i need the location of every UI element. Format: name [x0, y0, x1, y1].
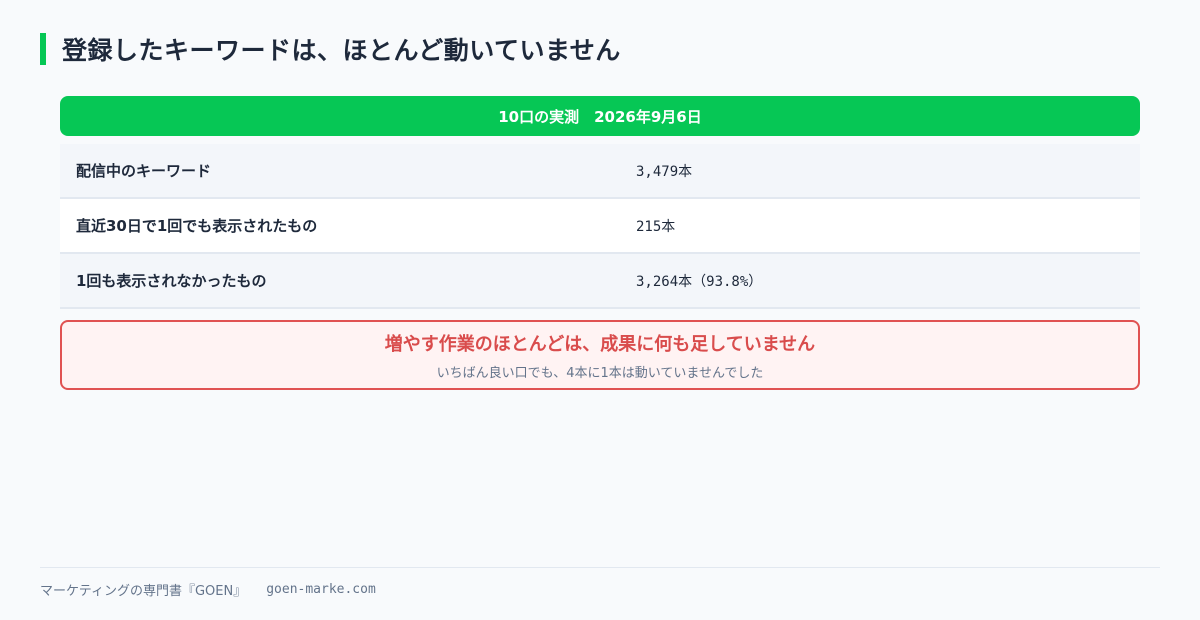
row-label: 配信中のキーワード — [76, 162, 212, 180]
alert-title: 増やす作業のほとんどは、成果に何も足していません — [384, 333, 816, 355]
alert-subtitle: いちばん良い口でも、4本に1本は動いていませんでした — [436, 365, 764, 381]
table-row: 直近30日で1回でも表示されたもの 215本 — [60, 199, 1140, 254]
alert-box: 増やす作業のほとんどは、成果に何も足していません いちばん良い口でも、4本に1本… — [60, 320, 1140, 390]
stats-table: 10口の実測 2026年9月6日 配信中のキーワード 3,479本 直近30日で… — [60, 96, 1140, 309]
footer-divider — [40, 567, 1160, 568]
table-row: 1回も表示されなかったもの 3,264本（93.8%） — [60, 254, 1140, 309]
table-rows: 配信中のキーワード 3,479本 直近30日で1回でも表示されたもの 215本 … — [60, 144, 1140, 309]
table-header: 10口の実測 2026年9月6日 — [60, 96, 1140, 136]
footer: マーケティングの専門書『GOEN』 goen-marke.com — [40, 580, 376, 599]
title-accent-bar — [40, 33, 46, 65]
page-title-bar: 登録したキーワードは、ほとんど動いていません — [40, 32, 621, 66]
row-value: 3,479本 — [636, 163, 693, 180]
footer-url[interactable]: goen-marke.com — [266, 582, 376, 597]
page-title: 登録したキーワードは、ほとんど動いていません — [62, 36, 621, 65]
footer-brand: マーケティングの専門書『GOEN』 — [40, 584, 247, 599]
table-row: 配信中のキーワード 3,479本 — [60, 144, 1140, 199]
row-value: 215本 — [636, 218, 676, 235]
row-label: 直近30日で1回でも表示されたもの — [76, 217, 318, 235]
row-label: 1回も表示されなかったもの — [76, 272, 267, 290]
row-value: 3,264本（93.8%） — [636, 273, 763, 290]
